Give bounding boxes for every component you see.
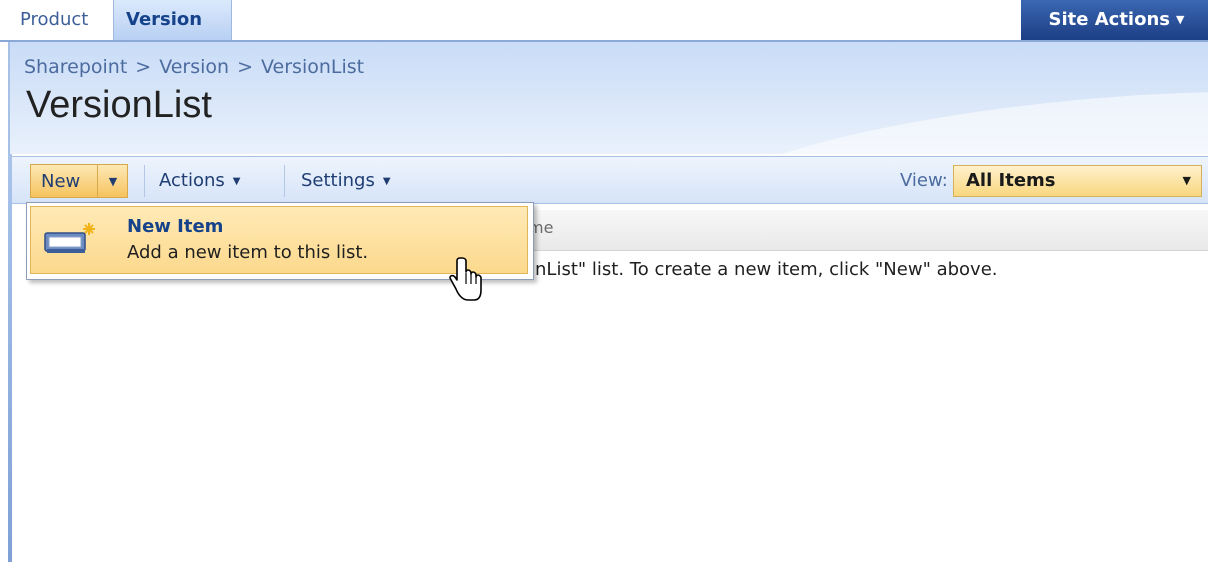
page-title: VersionList	[26, 84, 212, 126]
hand-pointer-cursor-icon	[449, 257, 482, 301]
list-column-header	[520, 210, 1208, 251]
tab-version[interactable]: Version	[113, 0, 232, 40]
new-button-label: New	[41, 171, 81, 192]
top-nav-bar: Product Version Site Actions ▼	[0, 0, 1208, 42]
left-rail-divider	[8, 154, 12, 562]
breadcrumb-link-version[interactable]: Version	[159, 56, 229, 78]
empty-list-message: onList" list. To create a new item, clic…	[524, 259, 998, 280]
site-actions-button[interactable]: Site Actions ▼	[1021, 0, 1208, 40]
breadcrumb-current: VersionList	[261, 56, 365, 78]
view-selected-value: All Items	[966, 170, 1056, 191]
title-area: Sharepoint > Version > VersionList VersionLi…	[8, 42, 1208, 154]
view-selector[interactable]: All Items ▼	[953, 165, 1202, 197]
breadcrumb: Sharepoint > Version > VersionList	[24, 56, 364, 78]
settings-menu-button[interactable]: Settings ▼	[301, 157, 391, 205]
site-actions-label: Site Actions	[1048, 9, 1170, 30]
new-menu-button[interactable]: New ▼	[30, 164, 128, 198]
toolbar-divider	[284, 165, 285, 197]
view-label: View:	[900, 170, 948, 191]
settings-label: Settings	[301, 170, 375, 191]
chevron-down-icon: ▼	[232, 176, 241, 187]
breadcrumb-separator: >	[237, 56, 254, 78]
chevron-down-icon: ▼	[1182, 174, 1191, 187]
menu-item-title: New Item	[127, 216, 224, 237]
chevron-down-icon: ▼	[1176, 13, 1185, 26]
actions-menu-button[interactable]: Actions ▼	[159, 157, 240, 205]
breadcrumb-link-sharepoint[interactable]: Sharepoint	[24, 56, 127, 78]
new-item-icon	[44, 223, 95, 253]
decorative-swoosh	[705, 65, 1208, 154]
toolbar-divider	[144, 165, 145, 197]
chevron-down-icon: ▼	[382, 176, 391, 187]
tab-product[interactable]: Product	[8, 0, 112, 40]
list-toolbar: New ▼ Actions ▼ Settings ▼ View: All Items…	[12, 156, 1208, 204]
menu-item-description: Add a new item to this list.	[127, 242, 369, 263]
new-dropdown-arrow-icon[interactable]: ▼	[97, 165, 128, 197]
breadcrumb-separator: >	[135, 56, 152, 78]
actions-label: Actions	[159, 170, 225, 191]
